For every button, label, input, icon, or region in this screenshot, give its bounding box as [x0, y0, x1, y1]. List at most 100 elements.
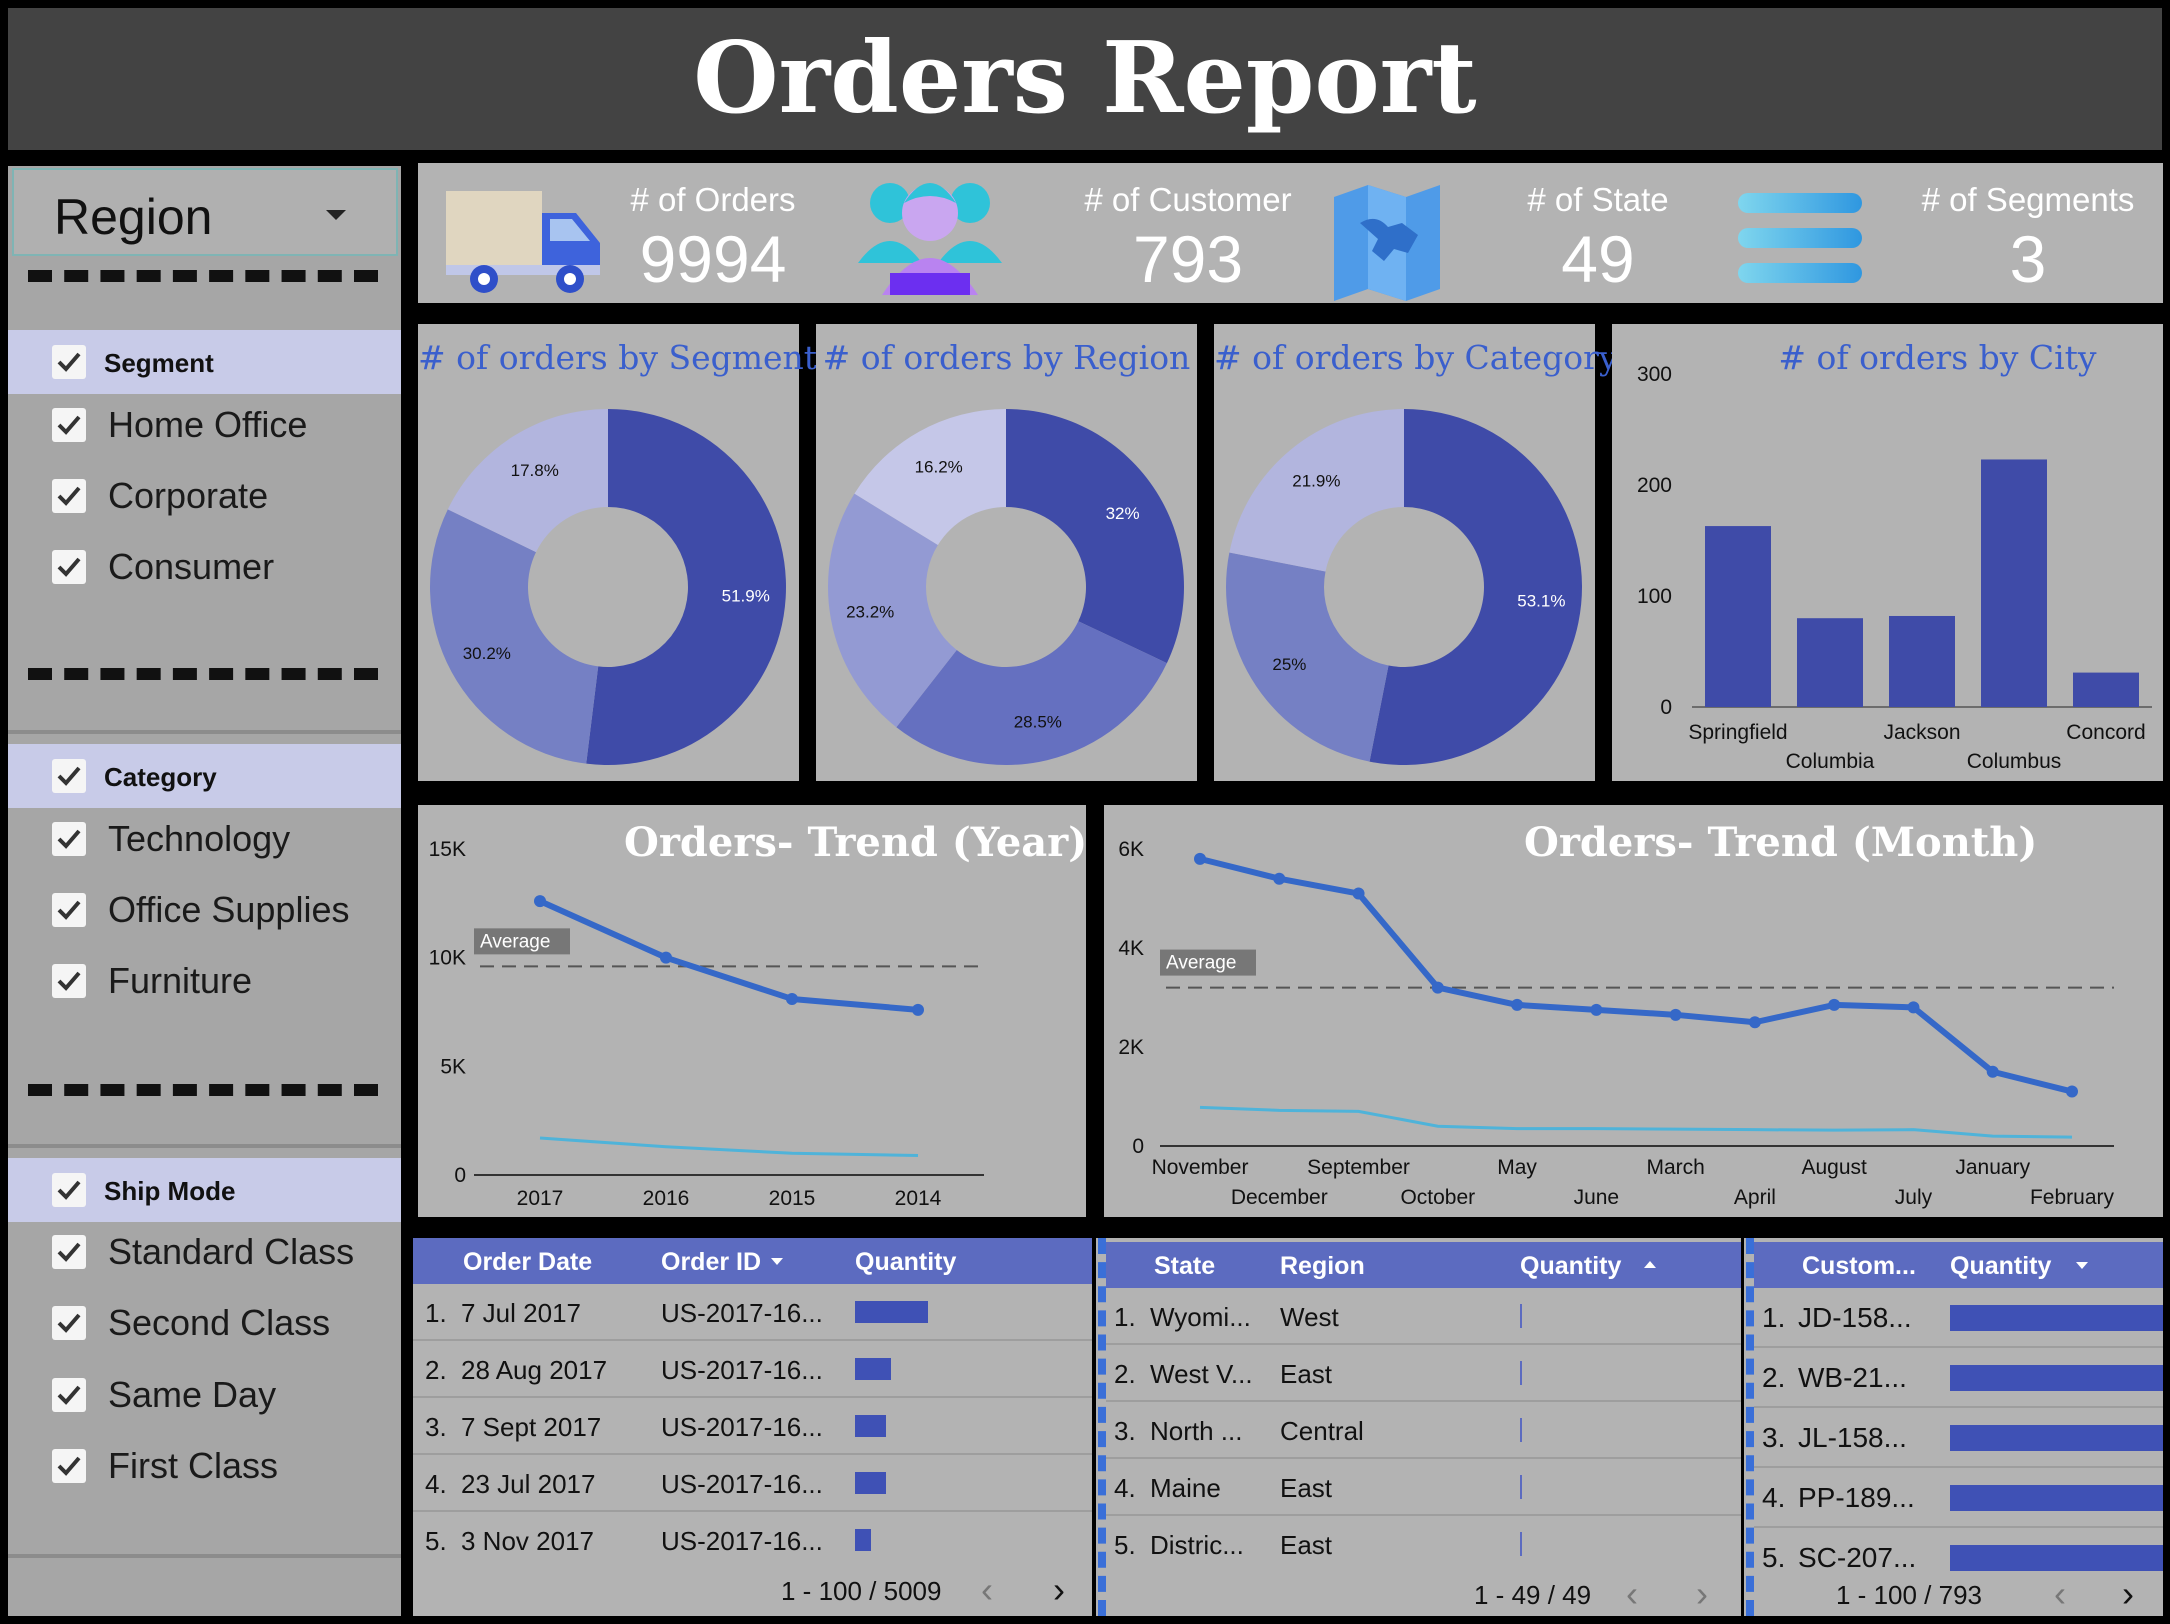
customer-id-cell: SC-207... — [1798, 1542, 1917, 1573]
row-number: 1. — [1114, 1302, 1136, 1332]
region-dropdown[interactable]: Region — [12, 168, 398, 256]
month-trend-chart: 0 2K 4K 6K November December September October M… — [1118, 838, 2114, 1209]
table-row[interactable]: 1. 7 Jul 2017 US-2017-16... — [413, 1284, 1092, 1341]
x-tick-label: May — [1497, 1156, 1537, 1179]
x-tick-label: April — [1734, 1186, 1776, 1209]
table-row[interactable]: 4. Maine East — [1106, 1459, 1741, 1516]
table-row[interactable]: 3. JL-158... — [1754, 1408, 2163, 1468]
column-header-quantity[interactable]: Quantity — [1950, 1252, 2051, 1281]
next-page-icon[interactable]: › — [1053, 1572, 1065, 1608]
checkbox[interactable] — [52, 893, 86, 927]
table-row[interactable]: 2. WB-21... — [1754, 1348, 2163, 1408]
checkbox[interactable] — [52, 1173, 86, 1207]
checkbox[interactable] — [52, 1449, 86, 1483]
column-header-customer[interactable]: Custom... — [1802, 1252, 1916, 1281]
table-header: Custom... Quantity — [1754, 1242, 2163, 1288]
row-number: 4. — [1114, 1473, 1136, 1503]
segment-donut-panel: # of orders by Segment 51.9% 30.2% 17.8% — [418, 324, 817, 781]
column-header-quantity[interactable]: Quantity — [855, 1248, 956, 1277]
column-header-order-id[interactable]: Order ID — [661, 1248, 761, 1277]
checkbox[interactable] — [52, 1378, 86, 1412]
check-icon — [57, 1180, 81, 1200]
orders-kpi-label: # of Orders — [630, 181, 796, 218]
checkbox[interactable] — [52, 550, 86, 584]
row-number: 5. — [1114, 1530, 1136, 1560]
checkbox[interactable] — [52, 1306, 86, 1340]
city-bar-panel: 0 100 200 300 Springfield Columbia Jackson Colu… — [1612, 324, 2163, 781]
table-row[interactable]: 5. Distric... East — [1106, 1516, 1741, 1573]
column-header-order-date[interactable]: Order Date — [463, 1248, 592, 1277]
sort-asc-icon[interactable] — [1644, 1261, 1656, 1268]
x-tick-label: Columbia — [1786, 750, 1875, 773]
table-row[interactable]: 5. SC-207... — [1754, 1528, 2163, 1588]
table-row[interactable]: 1. JD-158... — [1754, 1288, 2163, 1348]
region-cell: East — [1280, 1473, 1333, 1503]
checkbox[interactable] — [52, 759, 86, 793]
y-tick-label: 0 — [1132, 1135, 1144, 1158]
data-point — [1590, 1003, 1603, 1016]
ship-mode-filter-header[interactable]: Ship Mode — [8, 1158, 401, 1222]
checkbox[interactable] — [52, 964, 86, 998]
slice-label: 25% — [1272, 655, 1306, 674]
order-id-cell: US-2017-16... — [661, 1298, 823, 1328]
series-line — [1199, 855, 2073, 1095]
truck-icon — [446, 191, 600, 293]
row-number: 4. — [1762, 1482, 1786, 1513]
check-icon — [57, 900, 81, 920]
page-title: Orders Report — [693, 21, 1477, 136]
pagination-label: 1 - 49 / 49 — [1474, 1580, 1592, 1610]
sort-desc-icon[interactable] — [2076, 1262, 2088, 1269]
filter-sidebar: Region Segment Home Office Corporate Con… — [8, 166, 401, 1616]
slice-label: 17.8% — [511, 461, 559, 480]
next-page-icon[interactable]: › — [1696, 1576, 1708, 1612]
checkbox[interactable] — [52, 822, 86, 856]
category-donut-chart: 53.1% 25% 21.9% — [1226, 409, 1582, 765]
next-page-icon[interactable]: › — [2122, 1576, 2134, 1612]
chevron-down-icon[interactable] — [326, 210, 346, 220]
check-icon — [57, 766, 81, 786]
table-header: Order Date Order ID Quantity — [413, 1238, 1092, 1284]
checkbox[interactable] — [52, 408, 86, 442]
column-header-quantity[interactable]: Quantity — [1520, 1252, 1621, 1281]
table-row[interactable]: 4. PP-189... — [1754, 1468, 2163, 1528]
data-point — [2066, 1085, 2078, 1098]
quantity-bar — [855, 1472, 887, 1494]
ship-mode-option-label: Same Day — [108, 1374, 277, 1415]
slice-label: 28.5% — [1014, 712, 1062, 731]
checkbox[interactable] — [52, 479, 86, 513]
average-label: Average — [480, 931, 550, 952]
segment-filter-header[interactable]: Segment — [8, 330, 401, 394]
prev-page-icon[interactable]: ‹ — [1626, 1576, 1638, 1612]
checkbox[interactable] — [52, 1235, 86, 1269]
order-date-cell: 7 Sept 2017 — [461, 1412, 602, 1442]
check-icon — [57, 829, 81, 849]
table-row[interactable]: 2. 28 Aug 2017 US-2017-16... — [413, 1341, 1092, 1398]
row-number: 5. — [1762, 1542, 1786, 1573]
table-row[interactable]: 4. 23 Jul 2017 US-2017-16... — [413, 1455, 1092, 1512]
customer-id-cell: JL-158... — [1798, 1422, 1907, 1453]
quantity-bar — [855, 1301, 928, 1323]
series-line-secondary — [539, 1136, 919, 1157]
check-icon — [57, 1242, 81, 1262]
data-point — [786, 992, 798, 1005]
sort-desc-icon[interactable] — [771, 1258, 783, 1265]
data-point — [1748, 1016, 1761, 1029]
order-id-cell: US-2017-16... — [661, 1355, 823, 1385]
row-number: 2. — [1114, 1359, 1136, 1389]
column-header-region[interactable]: Region — [1280, 1252, 1365, 1281]
prev-page-icon[interactable]: ‹ — [2054, 1576, 2066, 1612]
pagination-label: 1 - 100 / 793 — [1836, 1580, 1982, 1610]
prev-page-icon[interactable]: ‹ — [981, 1572, 993, 1608]
category-filter-header[interactable]: Category — [8, 744, 401, 808]
table-row[interactable]: 3. North ... Central — [1106, 1402, 1741, 1459]
x-tick-label: March — [1646, 1156, 1704, 1179]
order-id-cell: US-2017-16... — [661, 1469, 823, 1499]
month-trend-panel: 0 2K 4K 6K November December September October M… — [1104, 805, 2163, 1217]
table-row[interactable]: 2. West V... East — [1106, 1345, 1741, 1402]
checkbox[interactable] — [52, 345, 86, 379]
column-header-state[interactable]: State — [1154, 1252, 1215, 1281]
table-row[interactable]: 5. 3 Nov 2017 US-2017-16... — [413, 1512, 1092, 1569]
table-row[interactable]: 1. Wyomi... West — [1106, 1288, 1741, 1345]
table-row[interactable]: 3. 7 Sept 2017 US-2017-16... — [413, 1398, 1092, 1455]
customers-icon — [858, 183, 1002, 295]
